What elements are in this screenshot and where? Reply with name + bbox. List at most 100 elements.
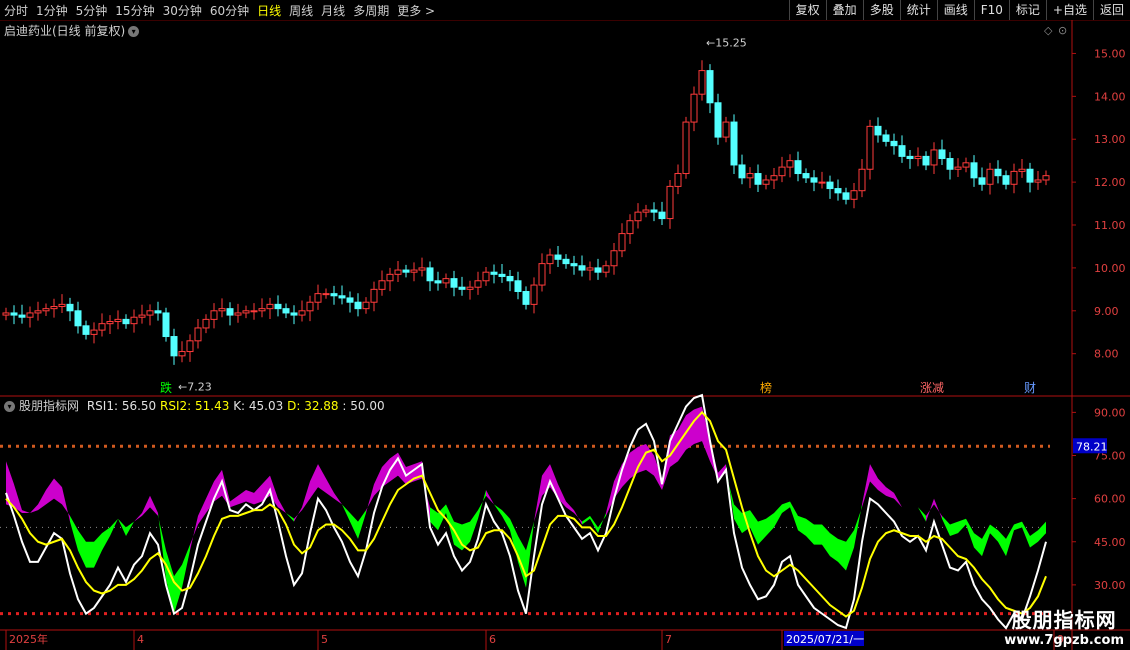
rsi2-label: RSI2: 51.43 (160, 399, 230, 413)
candle-38 (306, 301, 314, 312)
d-label: D: 32.88 (287, 399, 339, 413)
price-tick-2: 13.00 (1094, 133, 1126, 146)
candle-34 (274, 303, 282, 310)
candle-81 (650, 209, 658, 213)
indicator-menu-chevron-icon[interactable]: ▾ (4, 401, 15, 412)
period-tab-8[interactable]: 月线 (317, 2, 349, 19)
period-tabs: 分时 1分钟 5分钟 15分钟 30分钟 60分钟 日线 周线 月线 多周期 更多 > (0, 0, 439, 20)
candle-56 (450, 278, 458, 288)
price-tick-0: 15.00 (1094, 47, 1126, 60)
candle-105 (842, 192, 850, 200)
candle-23 (186, 340, 194, 353)
tool-button-5[interactable]: F10 (973, 0, 1009, 20)
period-tab-10[interactable]: 更多 > (393, 2, 439, 19)
candle-70 (562, 258, 570, 265)
rsi-band-seg-12 (102, 527, 110, 551)
watermark-title: 股朋指标网 (1011, 608, 1117, 632)
rsi-band-seg-24 (198, 498, 206, 525)
candle-117 (938, 149, 946, 160)
date-tick-2: 5 (321, 633, 328, 646)
period-tab-6[interactable]: 日线 (253, 2, 285, 19)
tool-button-6[interactable]: 标记 (1008, 0, 1046, 20)
tool-button-8[interactable]: 返回 (1092, 0, 1130, 20)
rsi-band-seg-6 (54, 478, 62, 505)
candle-124 (994, 168, 1002, 177)
candle-72 (578, 265, 586, 271)
candle-77 (618, 233, 626, 252)
rsi-band-seg-44 (358, 510, 366, 539)
rsi-band-seg-102 (822, 524, 830, 557)
rsi-band-seg-124 (998, 530, 1006, 557)
price-tick-5: 10.00 (1094, 262, 1126, 275)
candle-46 (370, 288, 378, 303)
period-tab-1[interactable]: 1分钟 (32, 2, 72, 19)
rsi-band-seg-125 (1006, 524, 1014, 557)
candle-121 (970, 162, 978, 179)
candle-92 (738, 164, 746, 179)
tool-button-7[interactable]: +自选 (1045, 0, 1093, 20)
tool-button-1[interactable]: 叠加 (825, 0, 863, 20)
candle-52 (418, 267, 426, 271)
candle-110 (882, 134, 890, 142)
candle-127 (1018, 168, 1026, 172)
rsi-band-seg-23 (190, 515, 198, 551)
candle-39 (314, 293, 322, 303)
candle-53 (426, 267, 434, 282)
candle-1 (10, 312, 18, 316)
period-tab-4[interactable]: 30分钟 (159, 2, 206, 19)
rsi-band-seg-118 (950, 521, 958, 536)
candle-13 (106, 321, 114, 325)
candle-29 (234, 312, 242, 316)
candle-83 (666, 185, 674, 220)
candles (2, 60, 1050, 365)
k-line (5, 393, 1047, 630)
candle-94 (754, 173, 762, 185)
event-marker-0: 跌 (160, 380, 172, 395)
candle-16 (130, 316, 138, 325)
candle-48 (386, 273, 394, 282)
rsi-band-seg-96 (774, 504, 782, 528)
rsi-band-seg-59 (478, 490, 486, 519)
candle-50 (402, 269, 410, 273)
rsi-band-seg-114 (918, 507, 926, 522)
tool-buttons: 复权 叠加 多股 统计 画线 F10 标记 +自选 返回 (788, 0, 1130, 20)
candle-79 (634, 211, 642, 222)
rsi-band-seg-31 (254, 484, 262, 505)
chart-area[interactable]: ◇ ⊙ 15.00 14.00 13.00 12.00 11.00 10.00 9.00 8.00… (0, 20, 1130, 650)
candle-4 (34, 310, 42, 314)
tool-button-2[interactable]: 多股 (862, 0, 900, 20)
rsi-band-seg-80 (646, 444, 654, 476)
candle-87 (698, 70, 706, 95)
candle-27 (218, 308, 226, 312)
period-tab-5[interactable]: 60分钟 (206, 2, 253, 19)
rsi-band-seg-94 (758, 518, 766, 545)
candle-47 (378, 280, 386, 290)
rsi-band-seg-99 (798, 515, 806, 536)
candle-73 (586, 267, 594, 271)
rsi-band-seg-29 (238, 490, 246, 505)
candle-96 (770, 175, 778, 181)
rsi-band-seg-122 (982, 524, 990, 557)
tool-button-3[interactable]: 统计 (899, 0, 937, 20)
period-tab-9[interactable]: 多周期 (349, 2, 393, 19)
candle-58 (466, 286, 474, 290)
rsi-band-seg-30 (246, 490, 254, 505)
candle-35 (282, 308, 290, 314)
candle-54 (434, 280, 442, 284)
candle-120 (962, 162, 970, 168)
tool-button-4[interactable]: 画线 (936, 0, 974, 20)
candle-76 (610, 250, 618, 267)
period-tab-7[interactable]: 周线 (285, 2, 317, 19)
candle-9 (74, 310, 82, 327)
rsi-band (6, 406, 1046, 614)
rsi-band-seg-13 (110, 518, 118, 536)
period-tab-0[interactable]: 分时 (0, 2, 32, 19)
tool-button-0[interactable]: 复权 (788, 0, 826, 20)
candle-32 (258, 308, 266, 312)
candle-100 (802, 173, 810, 179)
k-label: K: 45.03 (233, 399, 284, 413)
rsi-band-seg-72 (582, 515, 590, 525)
period-tab-2[interactable]: 5分钟 (72, 2, 112, 19)
period-tab-3[interactable]: 15分钟 (111, 2, 158, 19)
candle-98 (786, 160, 794, 168)
